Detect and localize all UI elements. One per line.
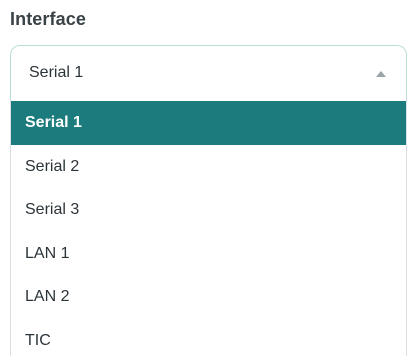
option-serial-1[interactable]: Serial 1: [11, 101, 406, 145]
interface-select-panel: Interface Serial 1 Serial 1 Serial 2 Ser…: [0, 0, 411, 356]
interface-selected-value: Serial 1: [29, 64, 84, 81]
option-tic[interactable]: TIC: [11, 319, 406, 356]
option-lan-2[interactable]: LAN 2: [11, 275, 406, 319]
caret-up-icon[interactable]: [376, 71, 386, 77]
interface-label: Interface: [10, 9, 86, 29]
interface-select[interactable]: Serial 1: [10, 45, 407, 101]
option-lan-1[interactable]: LAN 1: [11, 232, 406, 276]
interface-options-list: Serial 1 Serial 2 Serial 3 LAN 1 LAN 2 T…: [10, 101, 407, 356]
option-serial-2[interactable]: Serial 2: [11, 145, 406, 189]
option-serial-3[interactable]: Serial 3: [11, 188, 406, 232]
